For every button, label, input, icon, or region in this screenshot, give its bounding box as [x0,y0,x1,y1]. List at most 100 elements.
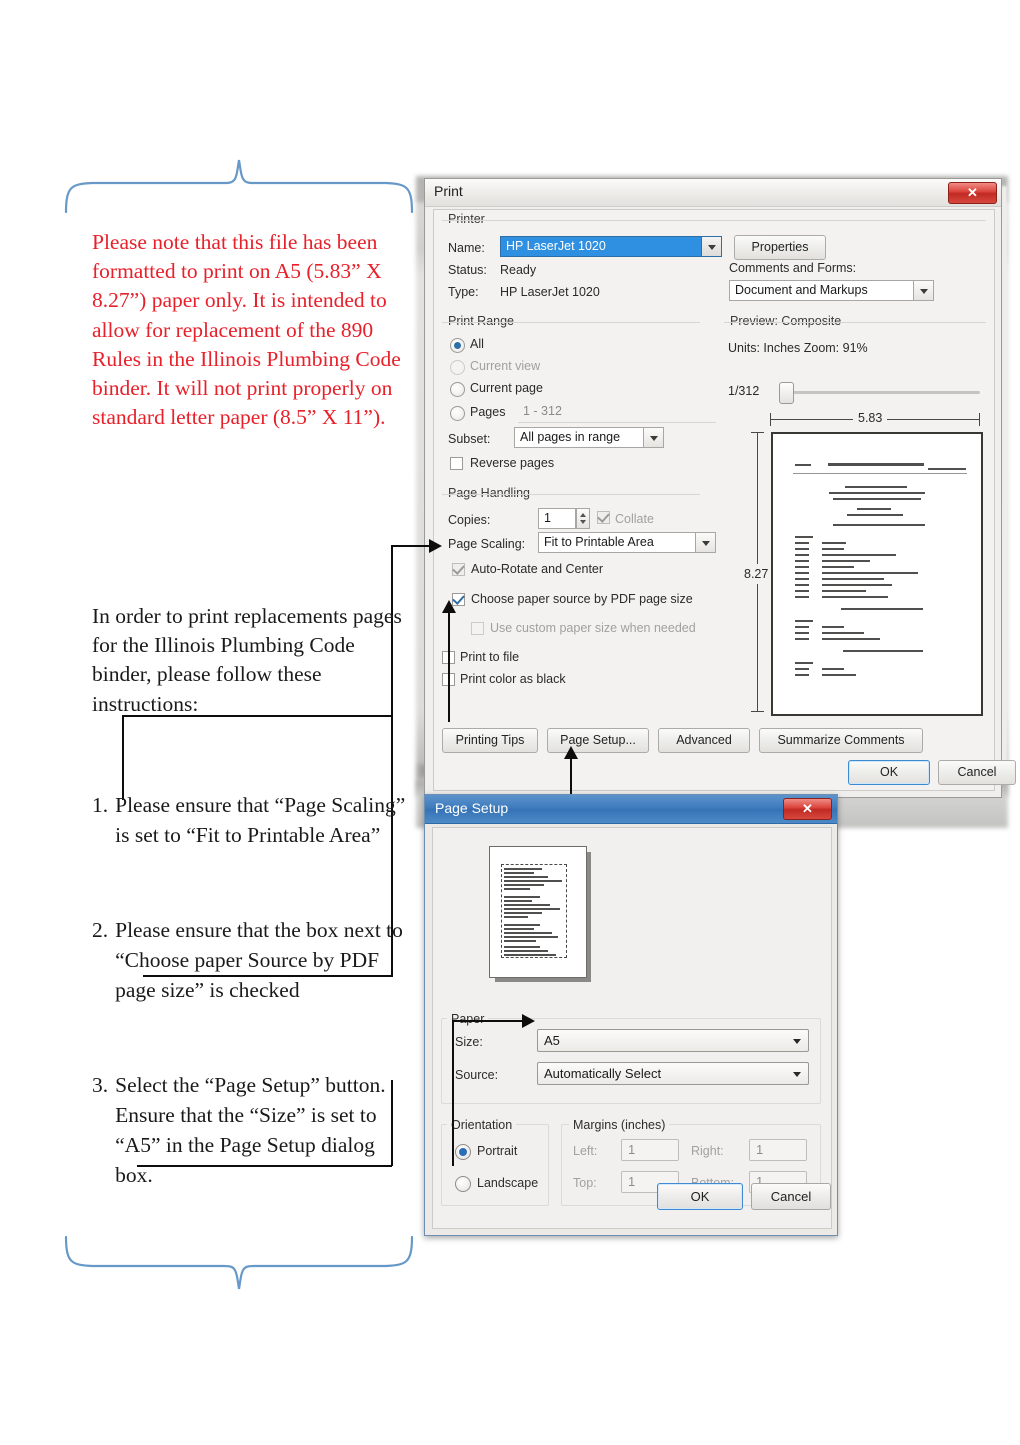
print-dialog-titlebar: Print ✕ [425,179,1001,207]
chevron-down-icon[interactable] [786,1030,808,1051]
print-dialog-title: Print [434,183,463,199]
paper-source-label: Source: [455,1068,499,1082]
printing-tips-button[interactable]: Printing Tips [442,728,538,753]
copies-label: Copies: [448,513,491,527]
custom-paper-size-label: Use custom paper size when needed [490,621,696,635]
print-dialog: Print ✕ Printer Name: HP LaserJet 1020 P… [424,178,1016,798]
subset-value: All pages in range [520,430,621,444]
printer-group-label: Printer [444,212,489,226]
copies-stepper[interactable] [576,508,590,529]
paper-size-value: A5 [544,1033,560,1048]
close-icon[interactable]: ✕ [948,182,997,204]
radio-portrait-label: Portrait [477,1144,518,1158]
brace-top [64,159,414,214]
radio-all-label: All [470,337,484,351]
preview-title: Preview: Composite [726,314,846,328]
page-setup-cancel-button[interactable]: Cancel [751,1183,831,1210]
print-cancel-button[interactable]: Cancel [938,760,1016,785]
radio-landscape-label: Landscape [477,1176,539,1190]
printer-type-label: Type: [448,285,479,299]
margin-right-label: Right: [691,1144,724,1158]
print-dialog-body: Printer Name: HP LaserJet 1020 Propertie… [433,209,1016,791]
instruction-step-2: 2. Please ensure that the box next to “C… [92,915,412,1005]
print-to-file-label: Print to file [460,650,520,664]
radio-portrait[interactable] [455,1144,471,1160]
page-setup-title: Page Setup [435,800,509,816]
radio-current-page[interactable] [450,382,465,397]
leader-line-step1-h2 [391,545,431,547]
pages-range-input[interactable]: 1 - 312 [518,402,716,423]
step-3-text: Select the “Page Setup” button. Ensure t… [115,1073,386,1188]
leader-line-step1-v [122,715,124,800]
paper-source-value: Automatically Select [544,1066,662,1081]
printer-name-value: HP LaserJet 1020 [506,239,606,253]
width-dimension-label: 5.83 [853,411,888,425]
step-1-number: 1. [92,793,109,817]
radio-pages[interactable] [450,406,465,421]
preview-zoom-slider-track[interactable] [782,391,980,394]
auto-rotate-label: Auto-Rotate and Center [471,562,604,576]
page-setup-titlebar: Page Setup ✕ [425,795,837,824]
page-canvas: Print ✕ Printer Name: HP LaserJet 1020 P… [0,0,1020,1445]
warning-note: Please note that this file has been form… [92,230,401,430]
print-range-group-label: Print Range [444,314,519,328]
paper-source-combo[interactable]: Automatically Select [537,1062,809,1085]
preview-page-counter: 1/312 [728,384,760,398]
chevron-down-icon[interactable] [643,428,663,447]
chevron-down-icon[interactable] [786,1063,808,1084]
height-dimension-label: 8.27 [742,564,771,584]
page-scaling-value: Fit to Printable Area [544,535,654,549]
page-setup-button[interactable]: Page Setup... [547,728,649,753]
page-setup-dialog: Page Setup ✕ Paper Size: A5 Source: Auto… [424,794,838,1236]
margin-left-input[interactable]: 1 [621,1139,679,1161]
step-2-number: 2. [92,918,109,942]
instruction-step-1: 1. Please ensure that “Page Scaling” is … [92,790,412,850]
chevron-down-icon[interactable] [701,237,721,256]
checkbox-collate[interactable] [597,511,610,524]
print-color-as-black-label: Print color as black [460,672,566,686]
leader-line-step2-v2 [448,612,450,722]
page-handling-group-label: Page Handling [444,486,535,500]
page-setup-body: Paper Size: A5 Source: Automatically Sel… [432,827,832,1229]
margin-right-input[interactable]: 1 [749,1139,807,1161]
arrow-to-page-scaling [429,539,442,553]
copies-input[interactable]: 1 [538,508,576,529]
radio-landscape[interactable] [455,1176,471,1192]
step-1-text: Please ensure that “Page Scaling” is set… [115,793,406,848]
comments-forms-label: Comments and Forms: [729,261,857,275]
printer-type-value: HP LaserJet 1020 [500,285,600,299]
radio-all[interactable] [450,338,465,353]
printer-status-label: Status: [448,263,487,277]
subset-label: Subset: [448,432,491,446]
arrow-to-page-setup-button [564,746,578,759]
preview-zoom-slider-thumb[interactable] [779,382,794,404]
page-preview-thumbnail [771,432,983,716]
paper-size-combo[interactable]: A5 [537,1029,809,1052]
page-setup-ok-button[interactable]: OK [657,1183,743,1210]
chevron-down-icon[interactable] [913,281,933,300]
checkbox-custom-paper-size[interactable] [471,622,484,635]
leader-line-step3-v2 [452,1020,454,1166]
properties-button[interactable]: Properties [734,235,826,260]
page-scaling-label: Page Scaling: [448,537,526,551]
checkbox-reverse-pages[interactable] [450,457,463,470]
radio-current-view-label: Current view [470,359,541,373]
arrow-to-choose-paper-source [442,600,456,613]
printer-name-combo[interactable]: HP LaserJet 1020 [500,236,722,257]
paper-size-label: Size: [455,1035,483,1049]
summarize-comments-button[interactable]: Summarize Comments [759,728,923,753]
preview-units-zoom: Units: Inches Zoom: 91% [728,341,868,355]
print-ok-button[interactable]: OK [848,760,930,785]
margins-group-label: Margins (inches) [569,1118,670,1132]
radio-current-view[interactable] [450,360,465,375]
choose-paper-source-label: Choose paper source by PDF page size [471,592,693,606]
page-scaling-combo[interactable]: Fit to Printable Area [538,532,716,553]
orientation-group-label: Orientation [447,1118,517,1132]
subset-combo[interactable]: All pages in range [514,427,664,448]
chevron-down-icon[interactable] [695,533,715,552]
checkbox-auto-rotate[interactable] [452,563,465,576]
close-icon[interactable]: ✕ [783,798,832,820]
comments-forms-combo[interactable]: Document and Markups [729,280,934,301]
advanced-button[interactable]: Advanced [658,728,750,753]
collate-label: Collate [615,512,654,526]
